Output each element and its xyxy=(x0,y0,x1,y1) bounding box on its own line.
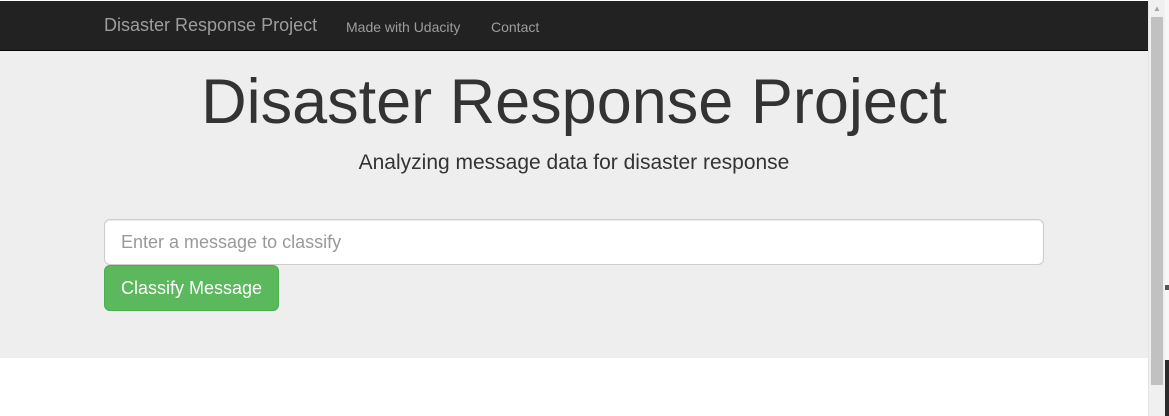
page-title: Disaster Response Project xyxy=(201,67,947,137)
nav-link-made-with-udacity[interactable]: Made with Udacity xyxy=(346,17,460,37)
jumbotron: Disaster Response Project Analyzing mess… xyxy=(0,51,1148,358)
scrollbar-thumb[interactable] xyxy=(1151,17,1163,385)
window-edge-strip xyxy=(1165,0,1169,416)
message-input[interactable] xyxy=(104,219,1044,265)
page-subtitle: Analyzing message data for disaster resp… xyxy=(358,151,790,174)
edge-mark xyxy=(1165,285,1169,290)
top-navbar: Disaster Response Project Made with Udac… xyxy=(0,1,1148,51)
edge-mark xyxy=(1165,360,1169,416)
nav-link-contact[interactable]: Contact xyxy=(491,17,539,37)
navbar-brand-link[interactable]: Disaster Response Project xyxy=(104,15,317,35)
chevron-up-icon[interactable]: ▲ xyxy=(1149,0,1165,17)
page-viewport: Disaster Response Project Made with Udac… xyxy=(0,0,1148,416)
classify-message-button[interactable]: Classify Message xyxy=(104,265,279,311)
vertical-scrollbar[interactable]: ▲ xyxy=(1148,0,1165,416)
